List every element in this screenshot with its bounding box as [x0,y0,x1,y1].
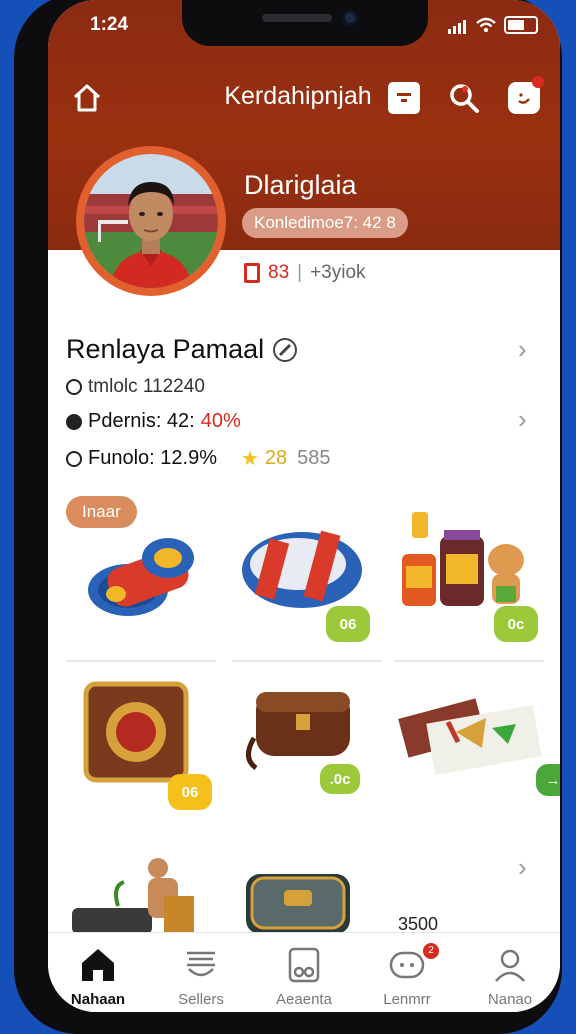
status-icons [448,16,538,34]
divider [394,660,544,662]
screen: 1:24 Kerdahipnjah Dlariglaia Konledimoe7… [48,0,560,1012]
info-line-3: Funolo: 12.9% ★ 28 585 [66,446,331,471]
percent-icon [66,413,82,430]
avatar[interactable] [76,146,226,296]
info-line-2-label: Pdernis: 42: [88,410,195,432]
tab-messages-label: Lenmrr [383,991,431,1008]
info-line-2-value: 40% [200,410,241,432]
person-icon [495,949,525,982]
item-badge-4: .0c [320,764,360,794]
wifi-icon [476,17,496,33]
item-badge-3: 06 [168,774,212,810]
search-icon[interactable] [446,80,482,116]
phone-frame: 1:24 Kerdahipnjah Dlariglaia Konledimoe7… [14,0,562,1034]
item-image-7 [72,858,194,936]
battery-icon [504,16,538,34]
home-icon[interactable] [70,82,104,114]
item-image-1 [88,538,194,616]
info-line-1-text: tmlolc 112240 [88,376,205,397]
list-icon[interactable] [388,82,420,114]
profile-name: Dlariglaia [244,170,357,200]
info-line-3-value: 585 [297,447,331,469]
info-line-3-label: Funolo: 12.9% [88,447,217,469]
item-image-8 [246,874,350,934]
tab-messages[interactable]: 2 Lenmrr [357,933,457,1012]
profile-status-pill[interactable]: Konledimoe7: 42 8 [242,208,408,238]
item-card-5[interactable]: .0c [232,678,380,828]
item-image-6 [398,698,542,775]
tab-agents[interactable]: Aeaenta [254,933,354,1012]
home-filled-icon [82,949,114,981]
stat-separator: | [297,262,303,283]
stat-count: 83 [268,262,290,283]
item-badge-1: 06 [326,606,370,642]
stat-icon [244,263,260,283]
clock-icon [66,379,82,395]
tab-profile[interactable]: Nanao [460,933,560,1012]
tab-profile-label: Nanao [487,991,533,1008]
chevron-right-icon-2[interactable]: › [518,404,527,435]
sellers-icon [187,951,215,977]
info-title[interactable]: Renlaya Pamaal [66,334,298,365]
tab-messages-badge: 2 [423,943,439,959]
music-note-icon [288,947,320,983]
stat-extra: +3yiok [310,262,366,283]
item-card-6[interactable]: → [396,678,560,828]
camera [342,10,358,26]
signal-icon [448,16,468,34]
item-badge-2: 0c [494,606,538,642]
divider [232,660,382,662]
info-line-3-stars: 28 [264,447,288,469]
tab-home-label: Nahaan [70,991,126,1008]
profile-stats: 83 | +3yiok [244,262,366,284]
item-card-2[interactable]: 06 [232,510,380,660]
info-line-2[interactable]: Pdernis: 42: 40% [66,410,241,433]
speaker [262,14,332,22]
notch [182,0,428,46]
chat-notification-icon[interactable] [508,76,544,114]
tab-sellers[interactable]: Sellers [151,933,251,1012]
next-arrow-badge[interactable]: → [536,764,560,796]
avatar-photo [84,154,218,288]
edit-icon[interactable] [272,337,298,363]
tab-agents-label: Aeaenta [276,991,332,1008]
tab-home[interactable]: Nahaan [48,933,148,1012]
notification-dot [532,76,544,88]
item-card-4[interactable]: 06 [68,678,216,828]
info-title-text: Renlaya Pamaal [66,334,265,364]
info-line-1: tmlolc 112240 [66,376,205,398]
star-icon: ★ [240,448,259,470]
divider [66,660,216,662]
chat-bubble-icon [389,951,425,979]
chevron-right-icon-3[interactable]: › [518,852,527,883]
bottom-tab-bar: Nahaan Sellers Aeaenta 2 Lenmrr Nanao [48,932,560,1012]
item-card-1[interactable] [68,510,216,660]
top-bar: Kerdahipnjah [48,72,560,122]
tab-sellers-label: Sellers [178,991,224,1008]
status-time: 1:24 [90,14,129,35]
item-card-3[interactable]: 0c [396,510,544,660]
gauge-icon [66,450,82,467]
chevron-right-icon[interactable]: › [518,334,527,365]
